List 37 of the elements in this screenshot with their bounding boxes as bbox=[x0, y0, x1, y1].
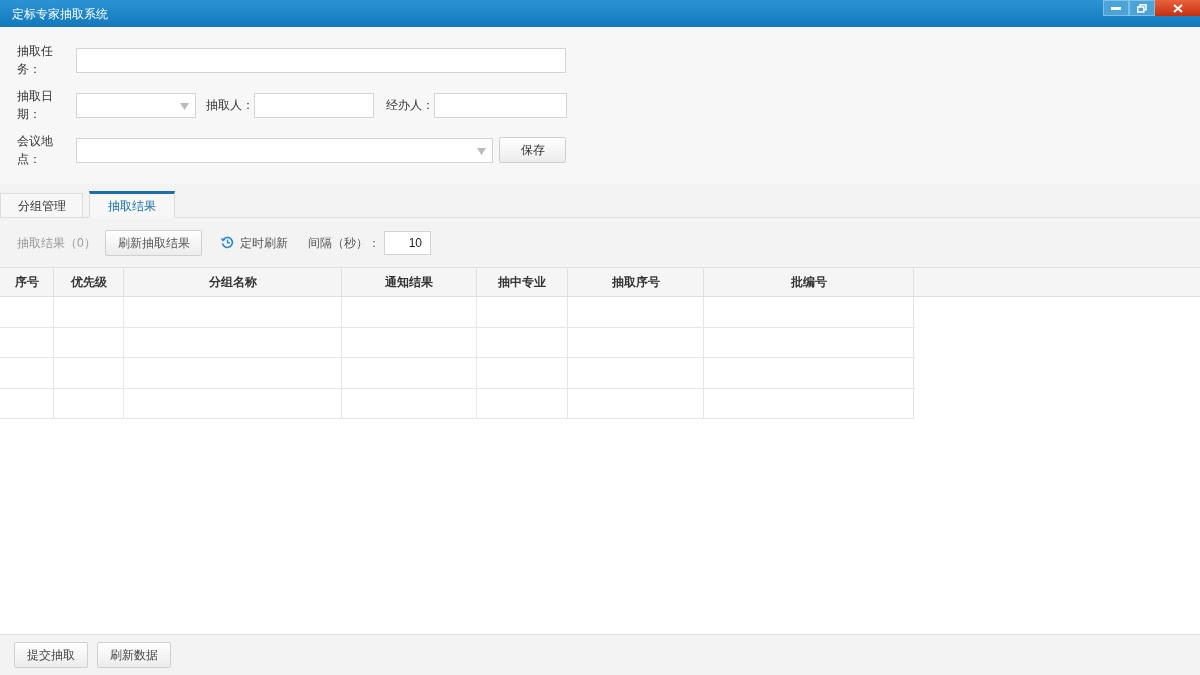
tab[interactable]: 抽取结果 bbox=[89, 191, 175, 218]
refresh-results-button[interactable]: 刷新抽取结果 bbox=[105, 229, 202, 256]
drawer-input-field[interactable] bbox=[254, 92, 374, 118]
tab[interactable]: 分组管理 bbox=[0, 193, 83, 217]
footer-button[interactable]: 刷新数据 bbox=[97, 642, 171, 668]
close-button[interactable] bbox=[1155, 0, 1200, 16]
timed-refresh-label: 定时刷新 bbox=[240, 234, 288, 252]
window-title: 定标专家抽取系统 bbox=[12, 5, 108, 23]
save-button[interactable]: 保存 bbox=[499, 137, 566, 163]
minimize-icon bbox=[1111, 6, 1121, 10]
restore-icon bbox=[1137, 3, 1147, 13]
field-label: 抽取日期： bbox=[17, 88, 54, 123]
field-label: 经办人： bbox=[386, 97, 434, 114]
field-label: 会议地点： bbox=[17, 133, 54, 168]
column-header: 批编号 bbox=[704, 268, 914, 296]
dropdown-caret-icon bbox=[180, 102, 189, 110]
column-header: 通知结果 bbox=[342, 268, 477, 296]
handler-input-field[interactable] bbox=[434, 92, 567, 118]
clock-icon bbox=[221, 236, 234, 249]
result-count: 抽取结果（0） bbox=[17, 234, 97, 252]
dropdown-caret-icon bbox=[477, 147, 486, 155]
interval-label: 间隔（秒）： bbox=[308, 234, 380, 252]
location-dropdown[interactable] bbox=[76, 137, 493, 163]
minimize-button[interactable] bbox=[1103, 0, 1129, 16]
column-header: 分组名称 bbox=[124, 268, 342, 296]
restore-button[interactable] bbox=[1129, 0, 1155, 16]
task-input-field[interactable] bbox=[76, 47, 566, 73]
column-header: 抽中专业 bbox=[477, 268, 568, 296]
date-dropdown[interactable] bbox=[76, 92, 196, 118]
column-header: 序号 bbox=[0, 268, 54, 296]
column-header: 优先级 bbox=[54, 268, 124, 296]
close-icon bbox=[1172, 3, 1183, 13]
footer-button[interactable]: 提交抽取 bbox=[14, 642, 88, 668]
field-label: 抽取人： bbox=[206, 97, 254, 114]
field-label: 抽取任务： bbox=[17, 43, 54, 78]
interval-input-field[interactable]: 10 bbox=[384, 230, 431, 255]
column-header: 抽取序号 bbox=[568, 268, 704, 296]
